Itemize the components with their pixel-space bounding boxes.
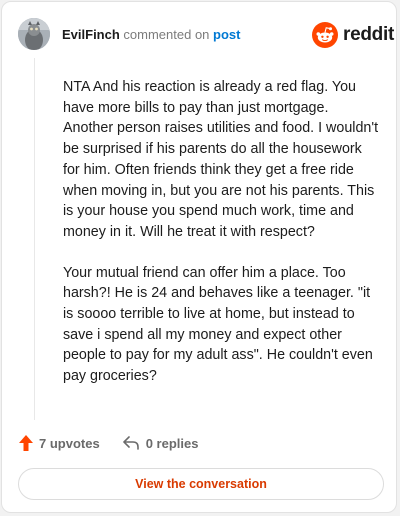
thread-line [34,58,35,420]
reply-arrow-icon [122,436,139,450]
action-text: commented on [123,27,210,42]
comment-body: NTA And his reaction is already a red fl… [63,77,381,407]
comment-paragraph: Your mutual friend can offer him a place… [63,264,373,385]
upvote-arrow-icon [19,435,33,451]
reddit-wordmark: reddit [343,24,394,45]
reddit-snoo-icon [312,22,338,48]
view-conversation-button[interactable]: View the conversation [18,468,384,500]
reddit-logo[interactable]: reddit [312,22,394,48]
avatar[interactable] [18,18,50,50]
user-avatar-icon [18,18,50,50]
author-name[interactable]: EvilFinch [62,27,120,42]
replies-button[interactable]: 0 replies [122,435,199,451]
comment-card: EvilFinch commented on post reddit NTA A… [1,1,397,513]
upvote-count: 7 upvotes [39,435,100,451]
upvote-button[interactable]: 7 upvotes [18,434,100,452]
post-link[interactable]: post [213,27,240,42]
comment-header: EvilFinch commented on post [62,27,241,43]
comment-actions: 7 upvotes 0 replies [18,434,198,452]
replies-count: 0 replies [145,435,199,451]
comment-paragraph: NTA And his reaction is already a red fl… [63,79,379,240]
